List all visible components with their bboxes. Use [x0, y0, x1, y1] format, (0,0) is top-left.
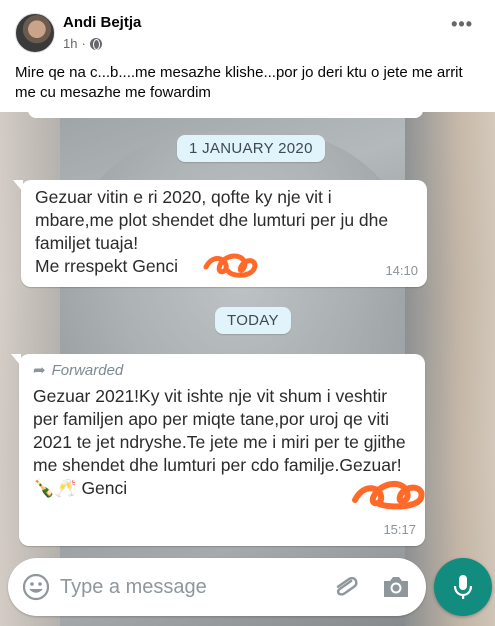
- message-time: 14:10: [385, 263, 418, 278]
- emoji-icon[interactable]: [22, 573, 50, 601]
- post-time[interactable]: 1h: [63, 36, 77, 51]
- date-chip: 1 JANUARY 2020: [177, 135, 325, 162]
- redaction-scribble: [203, 253, 258, 278]
- post-meta: 1h ·: [63, 36, 102, 51]
- message-input-bar: [8, 558, 426, 616]
- message-time: 15:17: [383, 522, 416, 537]
- post-text: Mire qe na c...b....me mesazhe klishe...…: [15, 64, 463, 101]
- chat-screenshot-photo: 1 JANUARY 2020 Gezuar vitin e ri 2020, q…: [0, 112, 495, 626]
- post-header: Andi Bejtja 1h · ••• Mire qe na c...b...…: [0, 0, 495, 112]
- redaction-scribble: [352, 481, 425, 510]
- date-chip: TODAY: [215, 307, 291, 334]
- message-bubble[interactable]: ➦ Forwarded Gezuar 2021!Ky vit ishte nje…: [11, 354, 425, 546]
- forward-arrow-icon: ➦: [33, 362, 46, 379]
- attach-icon[interactable]: [330, 572, 360, 602]
- message-input[interactable]: [60, 572, 310, 602]
- mic-button[interactable]: [434, 558, 492, 616]
- author-name[interactable]: Andi Bejtja: [63, 14, 141, 31]
- camera-icon[interactable]: [380, 572, 412, 602]
- previous-message-edge: [28, 112, 423, 118]
- avatar[interactable]: [15, 13, 55, 53]
- more-options-icon[interactable]: •••: [451, 14, 473, 35]
- globe-icon: [89, 37, 102, 50]
- forwarded-label: ➦ Forwarded: [33, 359, 411, 382]
- mic-icon: [453, 575, 473, 599]
- message-bubble[interactable]: Gezuar vitin e ri 2020, qofte ky nje vit…: [13, 180, 427, 287]
